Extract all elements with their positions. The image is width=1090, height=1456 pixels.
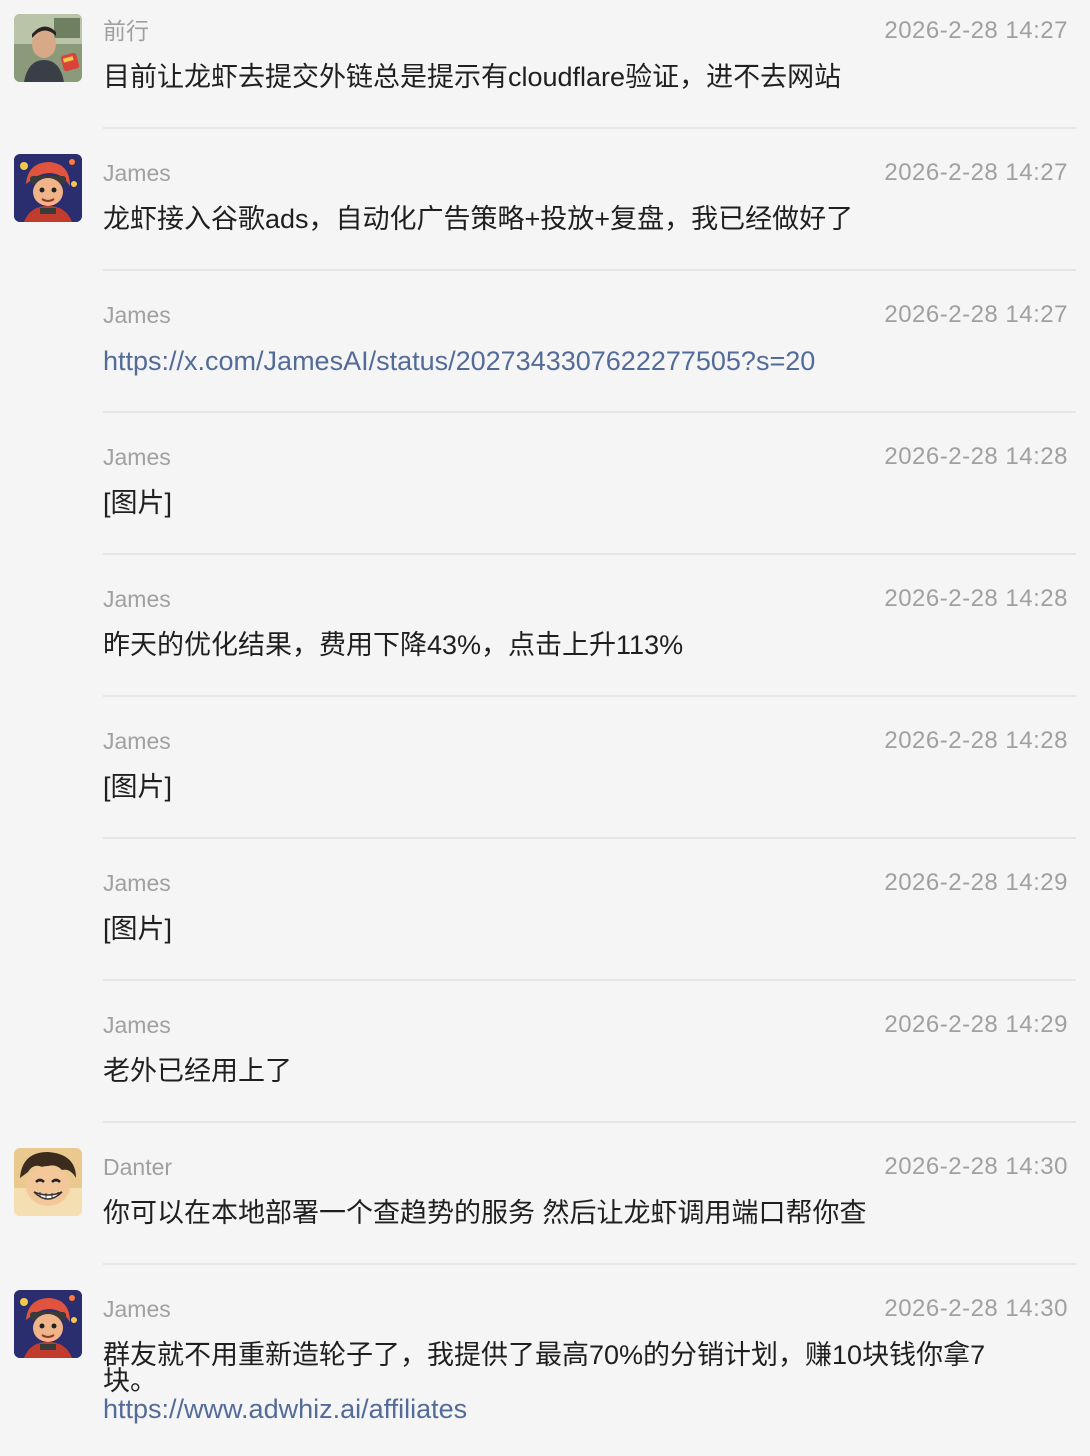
sender-name: James — [103, 160, 171, 186]
avatar[interactable] — [14, 1290, 82, 1358]
message-body: https://x.com/JamesAI/status/20273433076… — [103, 348, 1060, 375]
sender-name: James — [103, 870, 171, 896]
timestamp: 2026-2-28 14:30 — [884, 1295, 1068, 1322]
divider — [103, 837, 1076, 839]
timestamp: 2026-2-28 14:28 — [884, 727, 1068, 754]
sender-name: James — [103, 1296, 171, 1322]
cartoon-avatar-icon — [14, 1290, 82, 1358]
divider — [103, 695, 1076, 697]
sender-name: 前行 — [103, 18, 149, 44]
sender-name: James — [103, 728, 171, 754]
divider — [103, 127, 1076, 129]
divider — [103, 269, 1076, 271]
message-text: 你可以在本地部署一个查趋势的服务 然后让龙虾调用端口帮你查 — [103, 1198, 867, 1228]
sender-name: James — [103, 302, 171, 328]
cartoon-avatar-icon — [14, 154, 82, 222]
message-text: 昨天的优化结果，费用下降43%，点击上升113% — [103, 630, 684, 660]
sender-name: James — [103, 1012, 171, 1038]
sender-name: James — [103, 586, 171, 612]
divider — [103, 979, 1076, 981]
image-placeholder-text[interactable]: [图片] — [103, 774, 1060, 801]
timestamp: 2026-2-28 14:27 — [884, 159, 1068, 186]
chat-history: 前行 2026-2-28 14:27 目前让龙虾去提交外链总是提示有cloudf… — [0, 0, 1090, 1456]
message-text: 老外已经用上了 — [103, 1056, 292, 1086]
divider — [103, 1263, 1076, 1265]
timestamp: 2026-2-28 14:29 — [884, 1011, 1068, 1038]
message-text: 目前让龙虾去提交外链总是提示有cloudflare验证，进不去网站 — [103, 62, 842, 92]
sender-name: Danter — [103, 1154, 173, 1180]
timestamp: 2026-2-28 14:28 — [884, 585, 1068, 612]
timestamp: 2026-2-28 14:30 — [884, 1153, 1068, 1180]
message-text: 龙虾接入谷歌ads，自动化广告策略+投放+复盘，我已经做好了 — [103, 204, 854, 234]
message-link[interactable]: https://www.adwhiz.ai/affiliates — [103, 1396, 1060, 1423]
photo-avatar-icon — [14, 14, 82, 82]
timestamp: 2026-2-28 14:27 — [884, 301, 1068, 328]
timestamp: 2026-2-28 14:28 — [884, 443, 1068, 470]
avatar[interactable] — [14, 154, 82, 222]
divider — [103, 553, 1076, 555]
cartoon-avatar-icon — [14, 1148, 82, 1216]
divider — [103, 1121, 1076, 1123]
timestamp: 2026-2-28 14:27 — [884, 17, 1068, 44]
divider — [103, 411, 1076, 413]
image-placeholder-text[interactable]: [图片] — [103, 916, 1060, 943]
avatar[interactable] — [14, 14, 82, 82]
message-link[interactable]: https://x.com/JamesAI/status/20273433076… — [103, 348, 1060, 375]
sender-name: James — [103, 444, 171, 470]
avatar[interactable] — [14, 1148, 82, 1216]
message-text-line: 群友就不用重新造轮子了，我提供了最高70%的分销计划，赚10块钱你拿7 — [103, 1340, 986, 1370]
timestamp: 2026-2-28 14:29 — [884, 869, 1068, 896]
message-text-line: 块。 — [103, 1366, 157, 1396]
message-body: 群友就不用重新造轮子了，我提供了最高70%的分销计划，赚10块钱你拿7 块。 h… — [103, 1340, 1060, 1423]
image-placeholder-text[interactable]: [图片] — [103, 490, 1060, 517]
